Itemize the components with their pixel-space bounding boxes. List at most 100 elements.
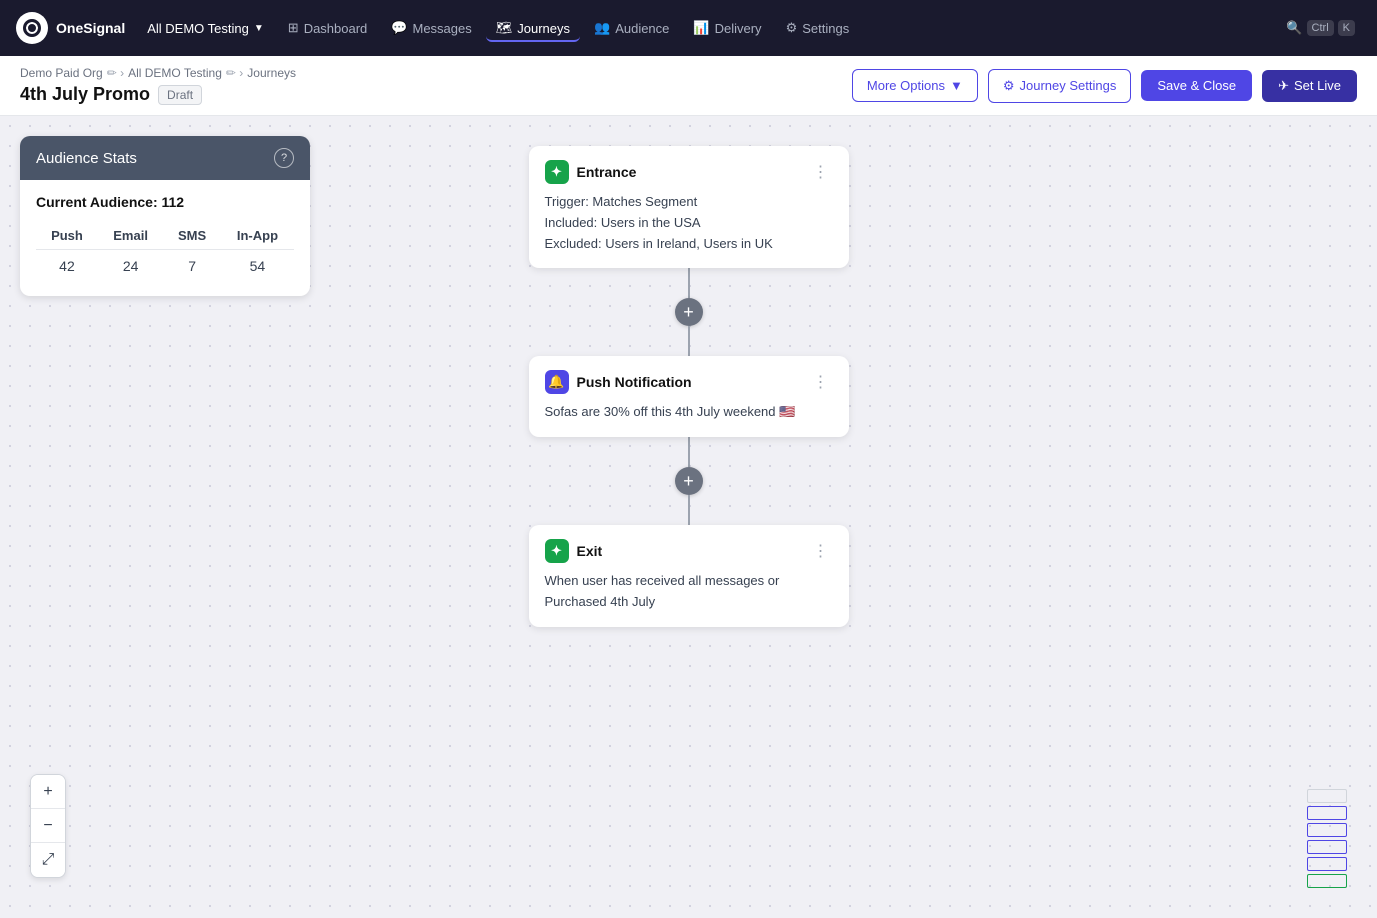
- org-selector[interactable]: All DEMO Testing ▼: [137, 15, 274, 42]
- entrance-node-header: ✦ Entrance ⋮: [545, 160, 833, 184]
- mini-map-node-blank: [1307, 789, 1347, 803]
- push-icon: 🔔: [545, 370, 569, 394]
- status-badge: Draft: [158, 85, 202, 105]
- journeys-icon: 🗺: [496, 20, 513, 36]
- entrance-title-label: Entrance: [577, 164, 637, 180]
- exit-node-header: ✦ Exit ⋮: [545, 539, 833, 563]
- exit-line-2: Purchased 4th July: [545, 592, 833, 613]
- dashboard-icon: ⊞: [288, 20, 299, 36]
- nav-item-messages[interactable]: 💬 Messages: [381, 14, 481, 42]
- mini-map-row-3: [1307, 823, 1347, 837]
- nav-label-messages: Messages: [412, 21, 471, 36]
- set-live-label: Set Live: [1294, 78, 1341, 93]
- title-area: Demo Paid Org ✏ › All DEMO Testing ✏ › J…: [20, 66, 296, 105]
- add-node-button-2[interactable]: +: [675, 467, 703, 495]
- journey-settings-button[interactable]: ⚙ Journey Settings: [988, 69, 1132, 103]
- mini-map-node-entrance: [1307, 806, 1347, 820]
- nav-item-settings[interactable]: ⚙ Settings: [776, 14, 860, 42]
- journey-flow: ✦ Entrance ⋮ Trigger: Matches Segment In…: [0, 116, 1377, 918]
- entrance-line-2: Included: Users in the USA: [545, 213, 833, 234]
- nav-item-dashboard[interactable]: ⊞ Dashboard: [278, 14, 378, 42]
- nav-item-audience[interactable]: 👥 Audience: [584, 14, 679, 42]
- page-title-row: 4th July Promo Draft: [20, 84, 296, 105]
- entrance-node[interactable]: ✦ Entrance ⋮ Trigger: Matches Segment In…: [529, 146, 849, 268]
- entrance-line-1: Trigger: Matches Segment: [545, 192, 833, 213]
- nav-item-journeys[interactable]: 🗺 Journeys: [486, 14, 580, 42]
- set-live-button[interactable]: ✈ Set Live: [1262, 70, 1357, 102]
- nav-label-journeys: Journeys: [517, 21, 570, 36]
- connector-line-top-1: [688, 268, 690, 298]
- gear-icon: ⚙: [1003, 78, 1015, 94]
- connector-line-bottom-1: [688, 326, 690, 356]
- org-selector-arrow: ▼: [254, 23, 264, 34]
- save-close-button[interactable]: Save & Close: [1141, 70, 1252, 101]
- breadcrumb-demo-paid-org[interactable]: Demo Paid Org: [20, 66, 103, 80]
- messages-icon: 💬: [391, 20, 407, 36]
- settings-icon: ⚙: [786, 20, 798, 36]
- mini-map-node-1: [1307, 823, 1347, 837]
- more-options-button[interactable]: More Options ▼: [852, 69, 978, 102]
- add-node-button-1[interactable]: +: [675, 298, 703, 326]
- breadcrumb-all-demo-testing[interactable]: All DEMO Testing: [128, 66, 222, 80]
- exit-node-title: ✦ Exit: [545, 539, 603, 563]
- nav-label-dashboard: Dashboard: [304, 21, 368, 36]
- more-options-arrow-icon: ▼: [950, 78, 963, 93]
- exit-title-label: Exit: [577, 543, 603, 559]
- fit-screen-button[interactable]: ⤢: [31, 843, 65, 877]
- exit-node-body: When user has received all messages or P…: [545, 571, 833, 613]
- entrance-line-3: Excluded: Users in Ireland, Users in UK: [545, 234, 833, 255]
- push-title-label: Push Notification: [577, 374, 692, 390]
- logo-area[interactable]: OneSignal: [16, 12, 125, 44]
- send-icon: ✈: [1278, 78, 1289, 94]
- entrance-node-body: Trigger: Matches Segment Included: Users…: [545, 192, 833, 254]
- save-close-label: Save & Close: [1157, 78, 1236, 93]
- brand-name: OneSignal: [56, 20, 125, 36]
- sub-header: Demo Paid Org ✏ › All DEMO Testing ✏ › J…: [0, 56, 1377, 116]
- mini-map-row-6: [1307, 874, 1347, 888]
- push-line-1: Sofas are 30% off this 4th July weekend …: [545, 402, 833, 423]
- entrance-node-menu[interactable]: ⋮: [809, 160, 833, 184]
- mini-map-node-3: [1307, 857, 1347, 871]
- mini-map-node-exit: [1307, 874, 1347, 888]
- connector-2: +: [675, 437, 703, 525]
- connector-line-top-2: [688, 437, 690, 467]
- more-options-label: More Options: [867, 78, 945, 93]
- nav-item-delivery[interactable]: 📊 Delivery: [683, 14, 771, 42]
- push-node-header: 🔔 Push Notification ⋮: [545, 370, 833, 394]
- exit-icon: ✦: [545, 539, 569, 563]
- exit-node[interactable]: ✦ Exit ⋮ When user has received all mess…: [529, 525, 849, 627]
- mini-map-row-1: [1307, 789, 1347, 803]
- search-button[interactable]: 🔍 Ctrl K: [1280, 14, 1361, 42]
- push-node-title: 🔔 Push Notification: [545, 370, 692, 394]
- page-title: 4th July Promo: [20, 84, 150, 105]
- top-navigation: OneSignal All DEMO Testing ▼ ⊞ Dashboard…: [0, 0, 1377, 56]
- breadcrumb-sep-1: ✏ ›: [107, 66, 124, 80]
- search-icon: 🔍: [1286, 20, 1302, 36]
- search-shortcut-ctrl: Ctrl: [1307, 20, 1334, 36]
- exit-line-1: When user has received all messages or: [545, 571, 833, 592]
- zoom-in-button[interactable]: +: [31, 775, 65, 809]
- nav-label-delivery: Delivery: [715, 21, 762, 36]
- mini-map-row-4: [1307, 840, 1347, 854]
- zoom-controls: + − ⤢: [30, 774, 66, 878]
- mini-map-row-2: [1307, 806, 1347, 820]
- breadcrumb: Demo Paid Org ✏ › All DEMO Testing ✏ › J…: [20, 66, 296, 80]
- onesignal-logo: [16, 12, 48, 44]
- push-notification-node[interactable]: 🔔 Push Notification ⋮ Sofas are 30% off …: [529, 356, 849, 437]
- push-node-menu[interactable]: ⋮: [809, 370, 833, 394]
- search-shortcut-k: K: [1338, 20, 1355, 36]
- org-selector-label: All DEMO Testing: [147, 21, 249, 36]
- mini-map-row-5: [1307, 857, 1347, 871]
- entrance-node-title: ✦ Entrance: [545, 160, 637, 184]
- nav-label-audience: Audience: [615, 21, 669, 36]
- entrance-icon: ✦: [545, 160, 569, 184]
- breadcrumb-sep-2: ✏ ›: [226, 66, 243, 80]
- connector-1: +: [675, 268, 703, 356]
- breadcrumb-journeys: Journeys: [247, 66, 296, 80]
- header-actions: More Options ▼ ⚙ Journey Settings Save &…: [852, 69, 1357, 103]
- connector-line-bottom-2: [688, 495, 690, 525]
- journey-canvas: Audience Stats ? Current Audience: 112 P…: [0, 116, 1377, 918]
- exit-node-menu[interactable]: ⋮: [809, 539, 833, 563]
- zoom-out-button[interactable]: −: [31, 809, 65, 843]
- audience-icon: 👥: [594, 20, 610, 36]
